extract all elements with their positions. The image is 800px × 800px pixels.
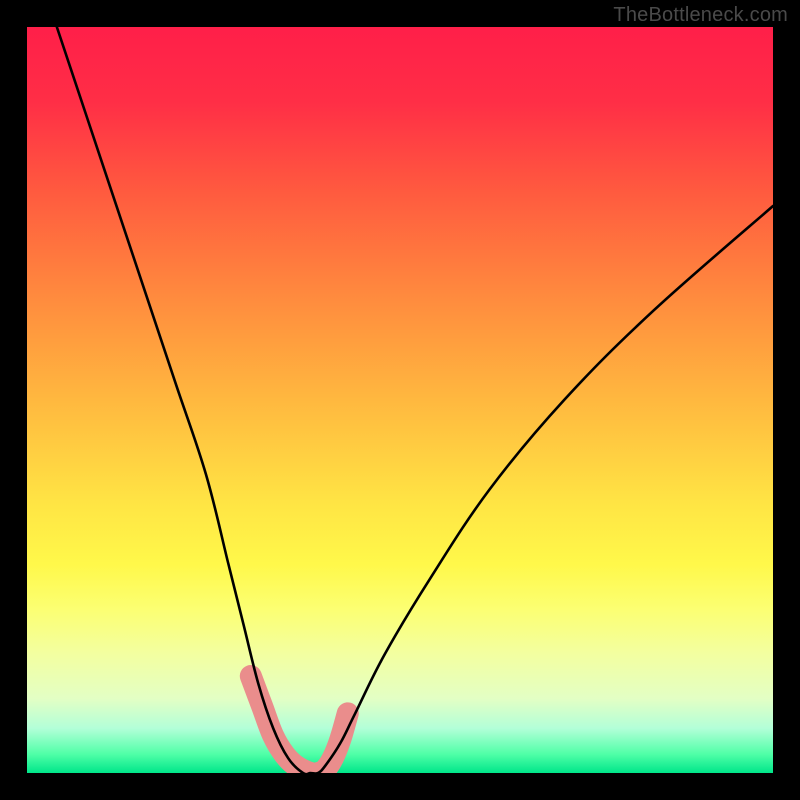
plot-area — [27, 27, 773, 773]
curve-layer — [27, 27, 773, 773]
chart-frame: TheBottleneck.com — [0, 0, 800, 800]
highlight-band — [251, 676, 348, 773]
watermark-text: TheBottleneck.com — [613, 4, 788, 27]
bottleneck-curve — [57, 27, 773, 773]
